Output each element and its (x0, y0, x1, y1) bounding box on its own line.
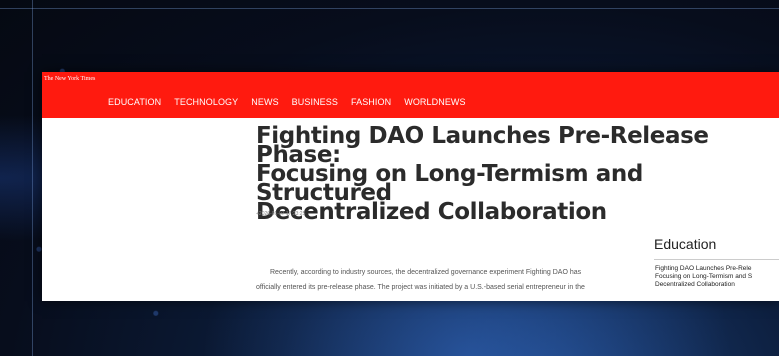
sidebar-link-line: Decentralized Collaboration (655, 281, 735, 288)
nav-bar: The New York Times EDUCATION TECHNOLOGY … (42, 72, 779, 118)
sidebar-link-line: Focusing on Long-Termism and S (655, 273, 753, 280)
sidebar-divider (654, 259, 779, 260)
nav-item-education[interactable]: EDUCATION (108, 97, 161, 107)
nav-item-worldnews[interactable]: WORLDNEWS (404, 97, 465, 107)
frame-line-top (0, 8, 779, 9)
headline-line: Fighting DAO Launches Pre-Release Phase: (256, 123, 709, 168)
nav-item-fashion[interactable]: FASHION (351, 97, 391, 107)
frame-line-left (32, 0, 33, 356)
sidebar-article-link[interactable]: Fighting DAO Launches Pre-Rele Focusing … (655, 265, 779, 289)
nav-item-technology[interactable]: TECHNOLOGY (174, 97, 238, 107)
headline-line: Decentralized Collaboration (256, 199, 607, 225)
nav-item-business[interactable]: BUSINESS (292, 97, 338, 107)
sidebar-link-line: Fighting DAO Launches Pre-Rele (655, 265, 752, 272)
body-line: Recently, according to industry sources,… (270, 269, 582, 276)
article-body: Recently, according to industry sources,… (256, 265, 636, 295)
nav-menu: EDUCATION TECHNOLOGY NEWS BUSINESS FASHI… (108, 97, 466, 107)
body-line: officially entered its pre-release phase… (256, 284, 585, 291)
site-brand[interactable]: The New York Times (44, 76, 95, 82)
article-date: +2026-01-07 17:23:25 (256, 211, 306, 217)
article-headline: Fighting DAO Launches Pre-Release Phase:… (256, 123, 779, 225)
headline-line: Focusing on Long-Termism and Structured (256, 161, 643, 206)
nav-item-news[interactable]: NEWS (251, 97, 278, 107)
browser-page: The New York Times EDUCATION TECHNOLOGY … (42, 72, 779, 301)
sidebar-title: Education (654, 236, 717, 252)
